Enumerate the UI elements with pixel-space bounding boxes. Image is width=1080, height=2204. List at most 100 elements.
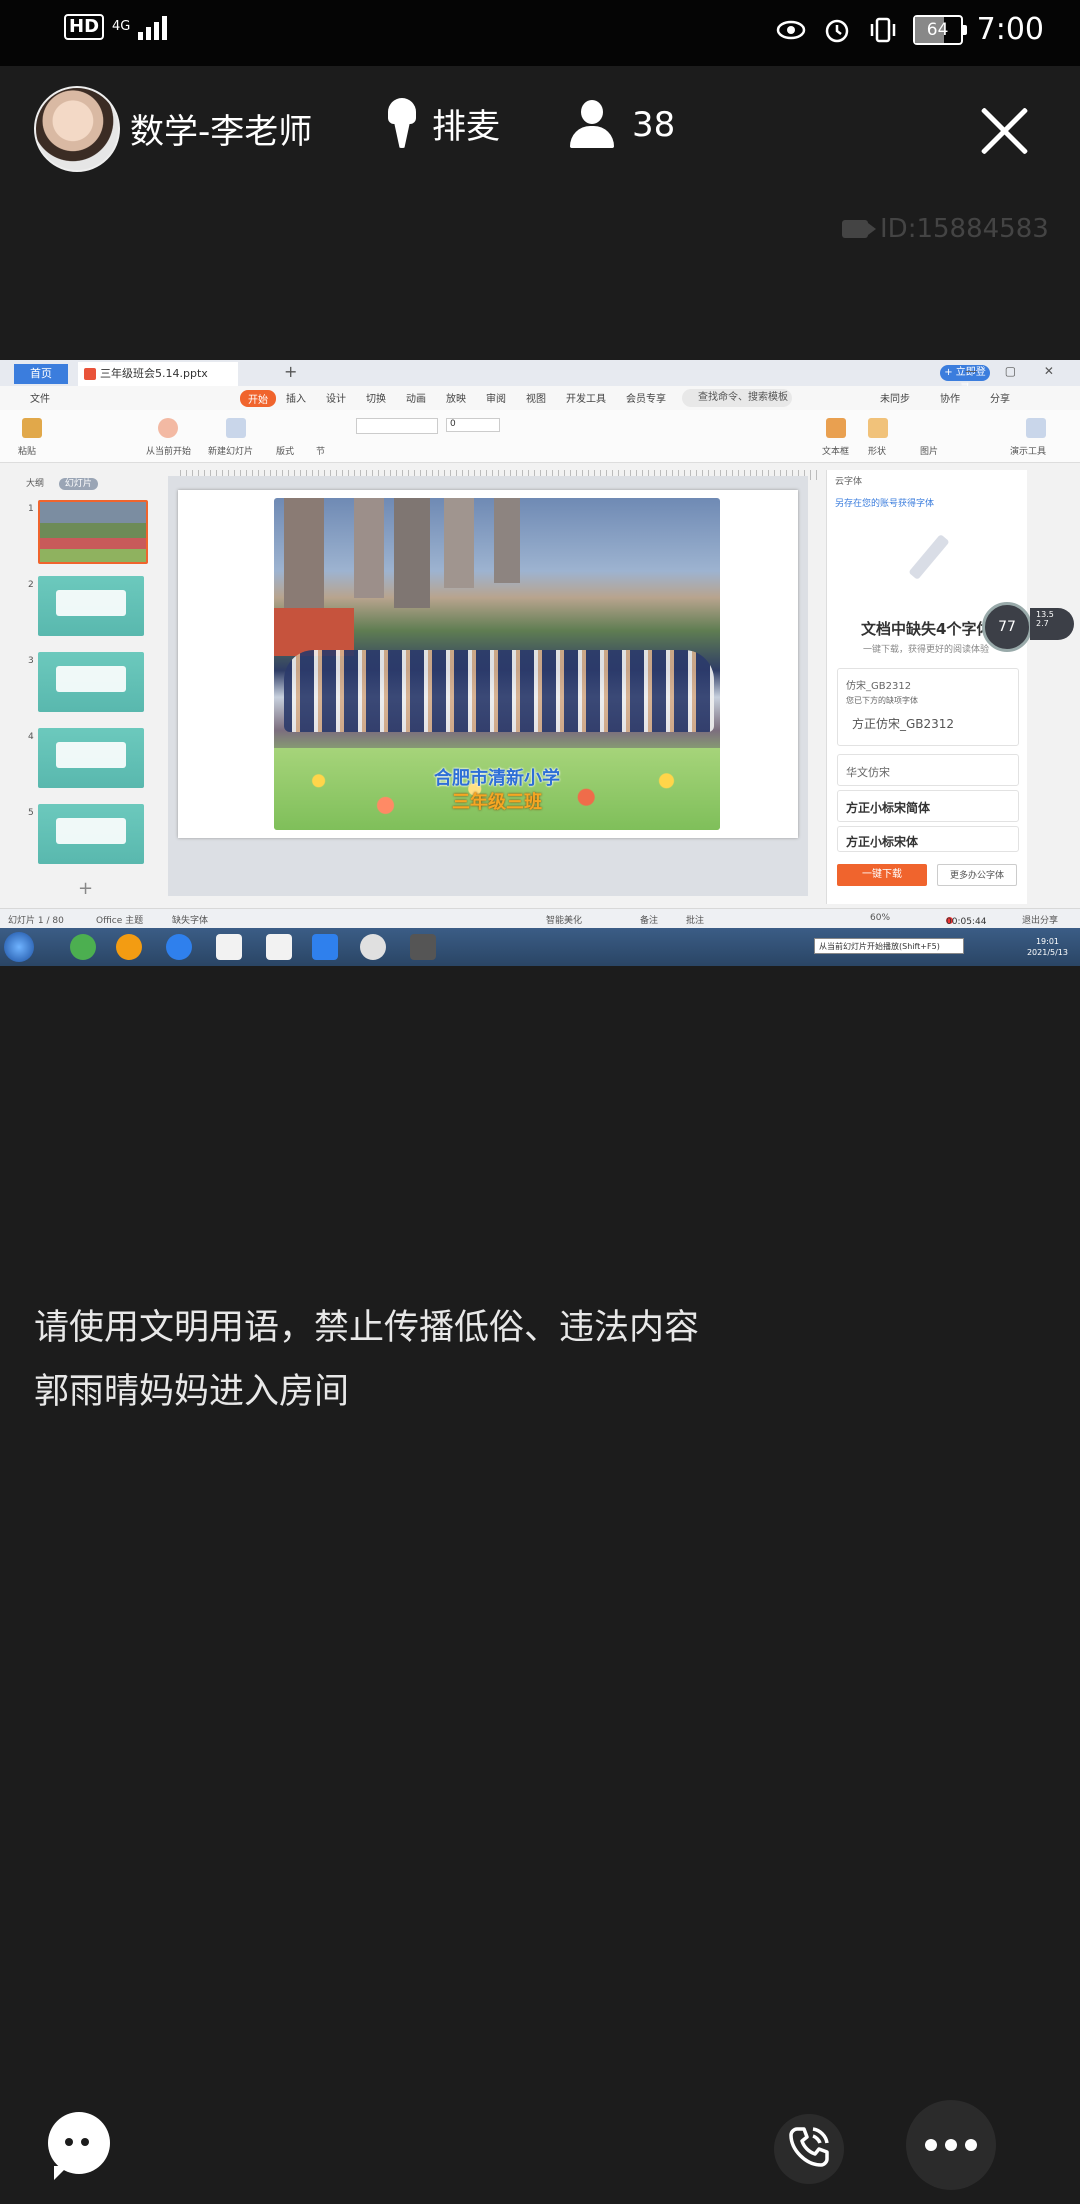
slide-number: 4 bbox=[28, 732, 34, 742]
chat-message-join: 郭雨晴妈妈进入房间 bbox=[34, 1372, 350, 1412]
room-id-text: ID:15884583 bbox=[880, 214, 1049, 244]
status-bar: HD 4G 64 7:00 bbox=[0, 0, 1080, 66]
menu-share: 分享 bbox=[990, 394, 1010, 405]
missing-fonts-subtitle: 一键下载，获得更好的阅读体验 bbox=[863, 645, 990, 655]
font-row-name: 方正小标宋体 bbox=[846, 835, 919, 849]
new-slide-icon bbox=[226, 418, 246, 438]
mic-queue-label: 排麦 bbox=[432, 106, 500, 147]
wps-toolbar: 粘贴 从当前开始 新建幻灯片 版式 节 文本框 形状 图片 演示工具 bbox=[0, 410, 1080, 463]
more-icon bbox=[925, 2139, 977, 2151]
video-camera-icon bbox=[842, 220, 876, 238]
toolbar-layout: 版式 bbox=[276, 447, 295, 457]
slide-thumbnail-5 bbox=[38, 804, 144, 864]
app-icon bbox=[410, 934, 436, 960]
shape-icon bbox=[868, 418, 888, 438]
battery-icon: 64 bbox=[912, 14, 967, 45]
play-tooltip: 从当前幻灯片开始播放(Shift+F5) bbox=[814, 938, 964, 954]
font-size-field: 0 bbox=[446, 418, 500, 432]
slide-thumbnails-panel: 大纲 幻灯片 1 2 3 4 5 bbox=[12, 470, 152, 900]
add-slide-icon: + bbox=[78, 878, 94, 899]
cloud-font-panel: 云字体 另存在您的账号获得字体 文档中缺失4个字体 一键下载，获得更好的阅读体验… bbox=[826, 470, 1027, 904]
menu-member: 会员专享 bbox=[626, 394, 666, 405]
slide-number: 2 bbox=[28, 580, 34, 590]
close-button[interactable] bbox=[980, 106, 1030, 156]
theme-name: Office 主题 bbox=[96, 916, 144, 926]
download-all-button: 一键下载 bbox=[837, 864, 927, 886]
font-name-field bbox=[356, 418, 438, 434]
wps-icon bbox=[312, 934, 338, 960]
start-icon bbox=[4, 932, 34, 962]
network-type: 4G bbox=[112, 19, 131, 34]
document-icon bbox=[216, 934, 242, 960]
vibrate-icon bbox=[867, 14, 899, 46]
room-id: ID:15884583 bbox=[842, 214, 1049, 244]
teacher-avatar[interactable] bbox=[34, 86, 120, 172]
search-app-icon bbox=[116, 934, 142, 960]
hd-badge: HD bbox=[64, 14, 105, 40]
font-row-name: 华文仿宋 bbox=[846, 766, 890, 779]
desktop-clock: 19:01 2021/5/13 bbox=[1026, 937, 1068, 957]
window-controls: — ▢ ✕ bbox=[964, 364, 1066, 378]
chat-messages: 请使用文明用语，禁止传播低俗、违法内容 郭雨晴妈妈进入房间 bbox=[34, 1296, 699, 1424]
font-row: 方正小标宋简体 bbox=[837, 790, 1019, 822]
chat-message-system: 请使用文明用语，禁止传播低俗、违法内容 bbox=[34, 1308, 700, 1348]
exit-share: 退出分享 bbox=[1022, 916, 1059, 926]
toolbar-shape: 形状 bbox=[868, 447, 887, 457]
zoom-level: 60% bbox=[870, 913, 891, 923]
font-hint: 您已下方的缺项字体 bbox=[846, 696, 918, 705]
slide-number: 1 bbox=[28, 504, 34, 514]
wechat-icon bbox=[70, 934, 96, 960]
paste-icon bbox=[22, 418, 42, 438]
missing-font-status: 缺失字体 bbox=[172, 916, 209, 926]
menu-view: 视图 bbox=[526, 394, 546, 405]
slide-number: 5 bbox=[28, 808, 34, 818]
tab-outline: 大纲 bbox=[26, 479, 45, 489]
cloud-font-header: 云字体 bbox=[835, 477, 863, 487]
eye-icon bbox=[775, 14, 807, 46]
slide-thumbnail-1 bbox=[38, 500, 148, 564]
tab-slides: 幻灯片 bbox=[58, 478, 98, 490]
font-card: 仿宋_GB2312 您已下方的缺项字体 方正仿宋_GB2312 bbox=[837, 668, 1019, 746]
chat-button[interactable] bbox=[48, 2112, 110, 2180]
menu-animation: 动画 bbox=[406, 394, 426, 405]
toolbar-present-tools: 演示工具 bbox=[1010, 447, 1047, 457]
more-button[interactable] bbox=[906, 2100, 996, 2190]
slide-counter: 幻灯片 1 / 80 bbox=[8, 916, 64, 926]
floating-badge: 77 bbox=[982, 602, 1032, 652]
current-slide: 合肥市清新小学 三年级三班 bbox=[178, 490, 798, 838]
browser-icon bbox=[166, 934, 192, 960]
toolbar-paste: 粘贴 bbox=[18, 447, 37, 457]
play-icon bbox=[158, 418, 178, 438]
shared-screen[interactable]: 首页 三年级班会5.14.pptx + + 立即登录 — ▢ ✕ 文件 开始 插… bbox=[0, 360, 1080, 966]
speed-down: 2.7 bbox=[1036, 619, 1049, 628]
tab-document: 三年级班会5.14.pptx bbox=[78, 362, 238, 386]
phone-icon bbox=[785, 2123, 833, 2175]
missing-fonts-title: 文档中缺失4个字体 bbox=[861, 620, 992, 638]
call-button[interactable] bbox=[774, 2114, 844, 2184]
menu-developer: 开发工具 bbox=[566, 394, 606, 405]
viewer-count: 38 bbox=[632, 105, 676, 145]
menu-insert: 插入 bbox=[286, 394, 306, 405]
menu-slideshow: 放映 bbox=[446, 394, 466, 405]
menu-collab: 协作 bbox=[940, 394, 960, 405]
tab-home: 首页 bbox=[14, 364, 68, 384]
toolbar-picture: 图片 bbox=[920, 447, 939, 457]
wps-menubar: 文件 开始 插入 设计 切换 动画 放映 审阅 视图 开发工具 会员专享 查找命… bbox=[0, 386, 1080, 410]
more-fonts-button: 更多办公字体 bbox=[937, 864, 1017, 886]
font-row: 方正小标宋体 bbox=[837, 826, 1019, 852]
toolbar-section: 节 bbox=[316, 447, 326, 457]
viewer-count-button[interactable]: 38 bbox=[570, 100, 675, 150]
mic-queue-button[interactable]: 排麦 bbox=[388, 98, 500, 148]
person-icon bbox=[570, 100, 614, 150]
new-tab-icon: + bbox=[284, 362, 298, 381]
command-search: 查找命令、搜索模板 bbox=[682, 389, 792, 407]
slide-caption-class: 三年级三班 bbox=[452, 792, 542, 813]
class-photo: 合肥市清新小学 三年级三班 bbox=[274, 498, 720, 830]
present-tool-icon bbox=[1026, 418, 1046, 438]
slide-caption-school: 合肥市清新小学 bbox=[434, 768, 560, 789]
font-row-name: 方正小标宋简体 bbox=[846, 801, 931, 815]
textbox-icon bbox=[826, 418, 846, 438]
document-icon bbox=[266, 934, 292, 960]
slide-thumbnail-3 bbox=[38, 652, 144, 712]
teacher-name[interactable]: 数学-李老师 bbox=[130, 104, 312, 153]
